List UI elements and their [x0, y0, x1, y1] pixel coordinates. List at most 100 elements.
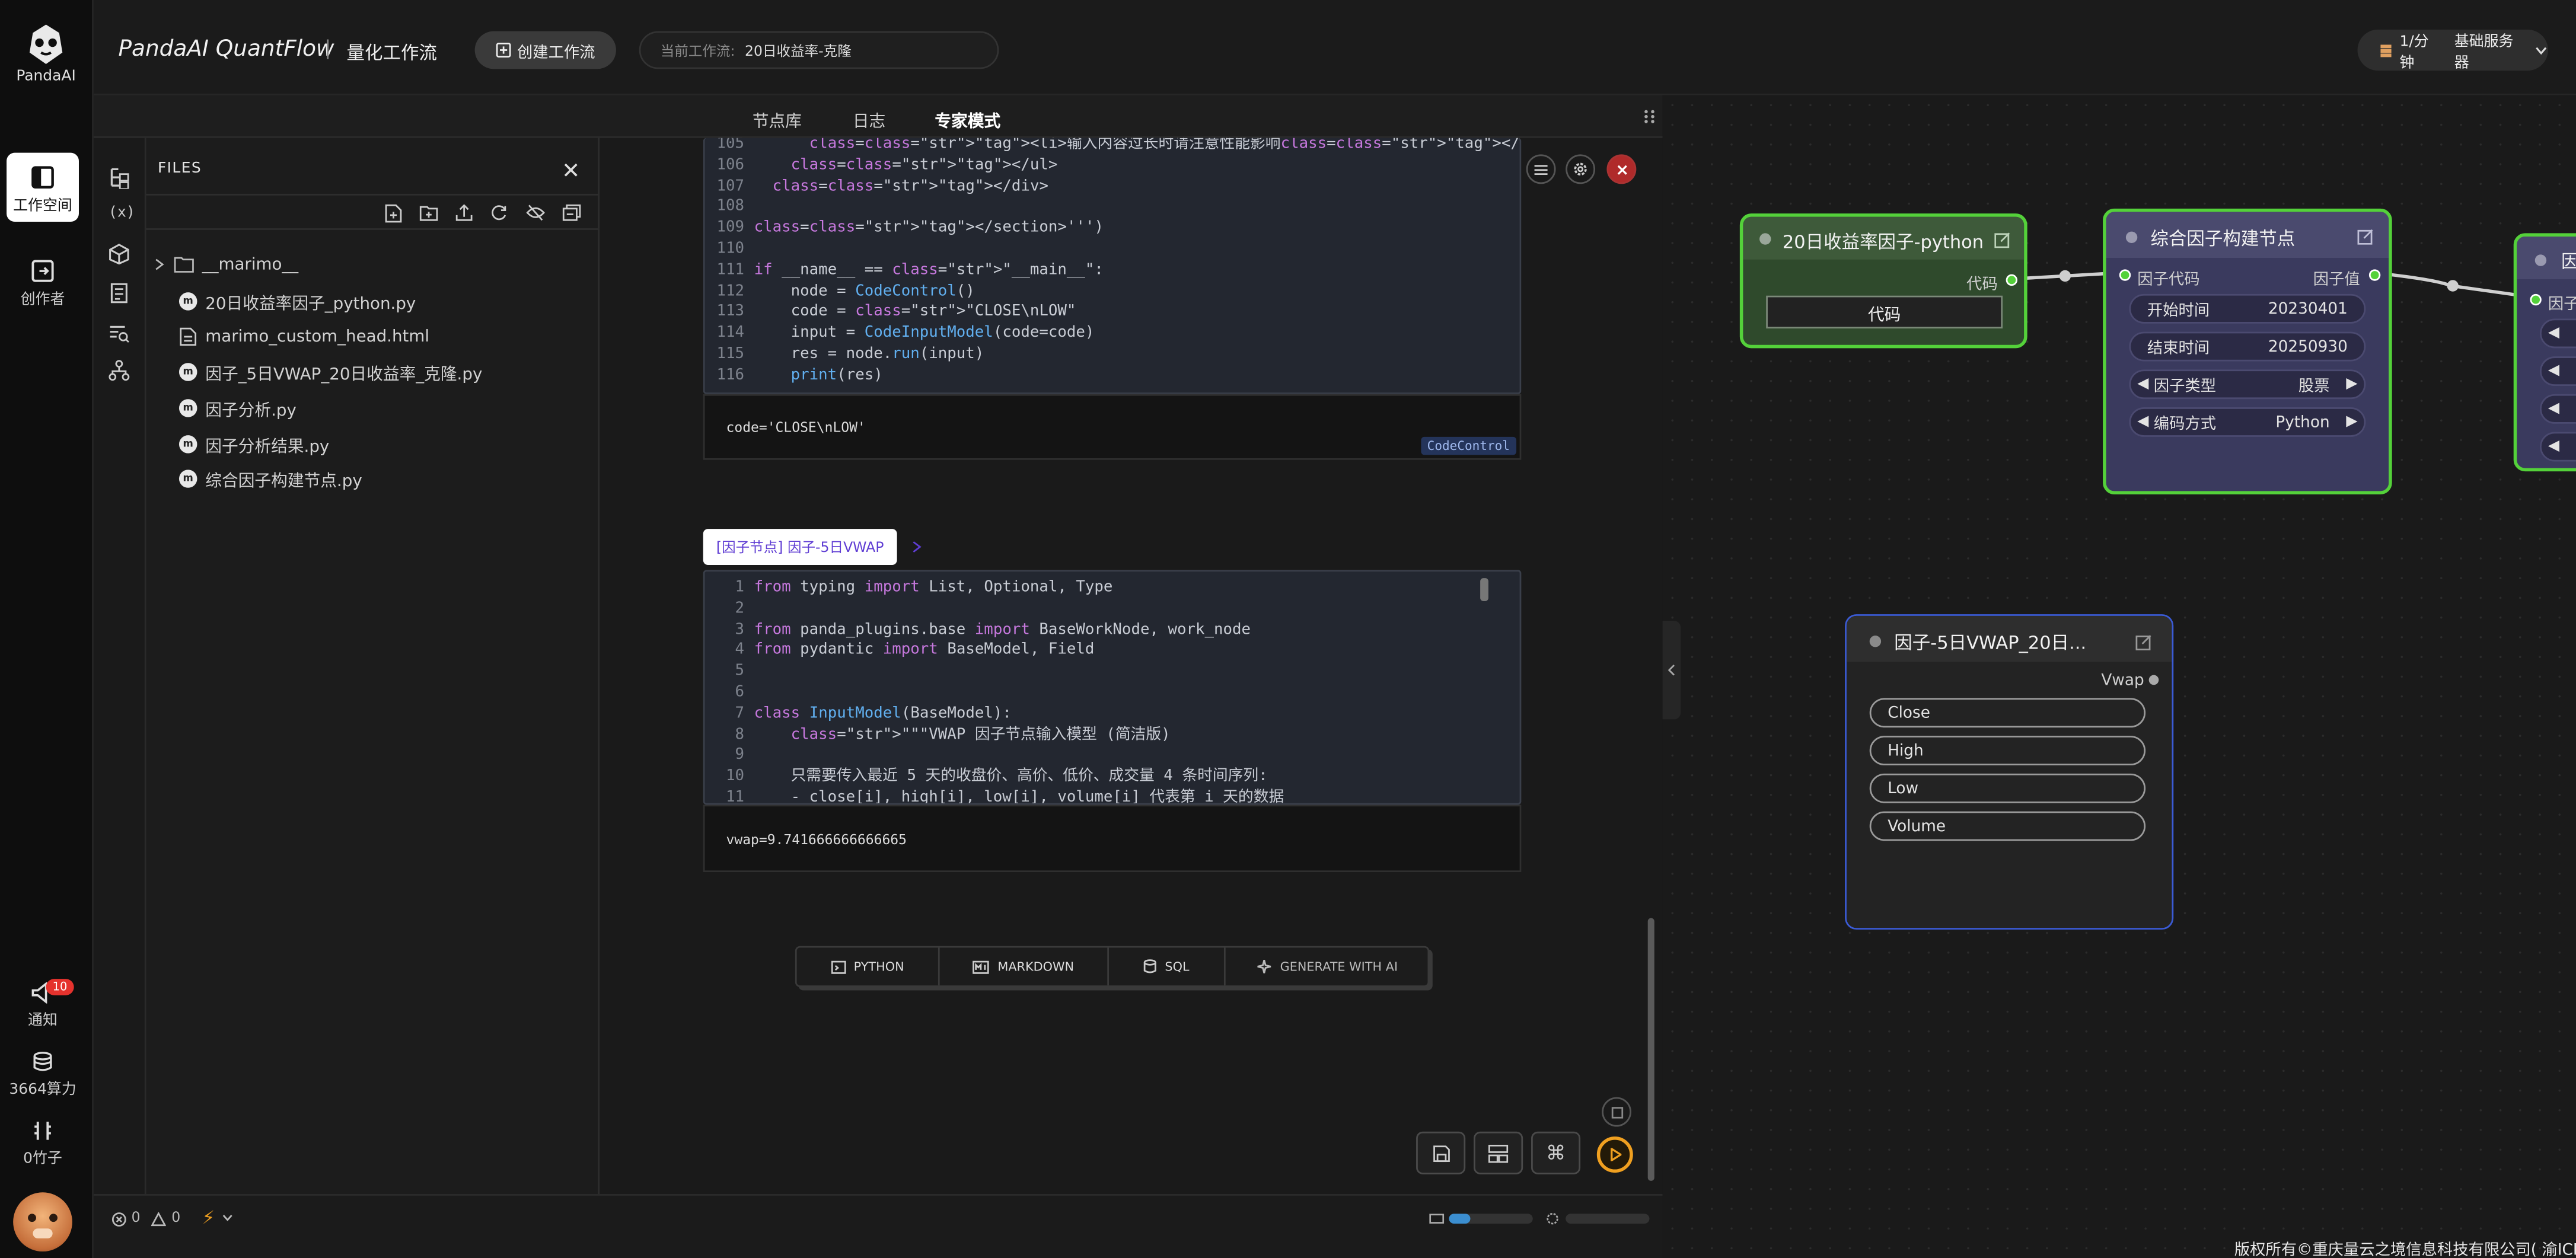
code-line[interactable]: 8 class="str">"""VWAP 因子节点输入模型 (简洁版) — [705, 725, 1510, 746]
arrow-left-icon[interactable]: ◀ — [2548, 363, 2559, 379]
workflow-node-partial[interactable]: 因 因子 ◀ ◀ ◀ ◀ — [2513, 233, 2576, 472]
code-line[interactable]: 116 print(res) — [705, 366, 1520, 387]
code-line[interactable]: 112 node = CodeControl() — [705, 282, 1520, 302]
start-date-field[interactable]: 开始时间 20230401 — [2129, 293, 2366, 324]
code-line[interactable]: 9 — [705, 746, 1510, 767]
editor-scrollbar[interactable] — [1646, 138, 1656, 1194]
encoding-select[interactable]: ◀ 编码方式 Python ▶ — [2129, 407, 2366, 437]
tab-expert-mode[interactable]: 专家模式 — [935, 107, 1000, 131]
document-outline-icon[interactable] — [109, 283, 130, 304]
hide-icon[interactable] — [526, 204, 546, 222]
code-line[interactable]: 110 — [705, 240, 1520, 260]
workflow-node-return-factor[interactable]: 20日收益率因子-python 代码 代码 — [1739, 213, 2027, 349]
code-line[interactable]: 2 — [705, 599, 1510, 620]
collapse-all-icon[interactable] — [562, 204, 581, 222]
code-line[interactable]: 5 — [705, 662, 1510, 683]
output-port[interactable] — [2148, 675, 2159, 685]
generate-with-ai-button[interactable]: GENERATE WITH AI — [1226, 948, 1430, 986]
code-line[interactable]: 113 code = class="str">"CLOSE\nLOW" — [705, 303, 1520, 324]
arrow-left-icon[interactable]: ◀ — [2548, 439, 2559, 455]
tab-logs[interactable]: 日志 — [853, 107, 885, 131]
edit-icon[interactable] — [2357, 228, 2374, 245]
arrow-left-icon[interactable]: ◀ — [2548, 401, 2559, 417]
code-line[interactable]: 108 — [705, 198, 1520, 219]
delete-cell-button[interactable] — [1606, 154, 1637, 184]
editor-scrollbar-thumb[interactable] — [1647, 918, 1654, 1181]
code-line[interactable]: 3 from panda_plugins.base import BaseWork… — [705, 620, 1510, 641]
file-item[interactable]: m 因子_5日VWAP_20日收益率_克隆.py — [178, 358, 482, 384]
low-input[interactable]: Low — [1869, 773, 2146, 803]
workflow-node-vwap[interactable]: 因子-5日VWAP_20日... Vwap Close High Low Vol… — [1845, 614, 2174, 930]
close-input[interactable]: Close — [1869, 698, 2146, 728]
rail-item-compute[interactable]: 3664算力 — [7, 1051, 79, 1099]
server-select[interactable]: 1/分钟 基础服务器 — [2357, 29, 2548, 72]
rail-item-workspace[interactable]: 工作空间 — [7, 152, 79, 222]
edit-icon[interactable] — [2135, 634, 2153, 651]
rail-item-creator[interactable]: 创作者 — [7, 260, 79, 309]
file-tree-icon[interactable] — [109, 166, 132, 189]
code-line[interactable]: 106 class=class="str">"tag"></ul> — [705, 156, 1520, 177]
search-list-icon[interactable] — [109, 322, 130, 343]
error-count[interactable]: 0 0 — [111, 1211, 180, 1227]
upload-icon[interactable] — [455, 204, 473, 222]
refresh-icon[interactable] — [490, 204, 508, 222]
workflow-canvas[interactable]: 20日收益率因子-python 代码 代码 综合因子构建节点 因子代码 因子值 … — [1662, 95, 2576, 1258]
file-item[interactable]: m 20日收益率因子_python.py — [178, 288, 416, 314]
cell-name-badge[interactable]: CodeControl — [1420, 436, 1517, 455]
add-markdown-cell-button[interactable]: MARKDOWN — [940, 947, 1110, 986]
chevron-right-icon[interactable] — [912, 540, 922, 553]
input-port[interactable] — [2530, 293, 2542, 306]
node-field[interactable]: ◀ — [2540, 318, 2576, 349]
cell-2-name-tag[interactable]: [因子节点] 因子-5日VWAP — [703, 529, 897, 566]
code-line[interactable]: 111 if __name__ == class="str">"__main__"… — [705, 261, 1520, 282]
new-folder-icon[interactable] — [419, 204, 438, 222]
runtime-menu[interactable]: ⚡ — [202, 1207, 233, 1228]
brand-logo[interactable]: PandaAI — [13, 23, 79, 85]
factor-type-select[interactable]: ◀ 因子类型 股票 ▶ — [2129, 369, 2366, 400]
cell-menu-button[interactable] — [1526, 154, 1556, 184]
dependency-graph-icon[interactable] — [109, 360, 130, 381]
rail-item-notification[interactable]: 10 通知 — [7, 979, 79, 1030]
command-palette-button[interactable]: ⌘ — [1531, 1131, 1581, 1174]
arrow-left-icon[interactable]: ◀ — [2137, 376, 2148, 392]
code-line[interactable]: 109 class=class="str">"tag"></section>'''… — [705, 219, 1520, 240]
output-port[interactable] — [2006, 274, 2018, 286]
stop-button[interactable] — [1602, 1097, 1632, 1127]
code-line[interactable]: 115 res = node.run(input) — [705, 345, 1520, 366]
variables-icon[interactable]: (x) — [109, 205, 135, 222]
code-line[interactable]: 4 from pydantic import BaseModel, Field — [705, 641, 1510, 662]
edit-icon[interactable] — [1994, 232, 2011, 248]
drag-handle-icon[interactable] — [1643, 108, 1656, 125]
arrow-left-icon[interactable]: ◀ — [2137, 414, 2148, 430]
folder-item[interactable]: __marimo__ — [154, 251, 298, 277]
file-item[interactable]: m 综合因子构建节点.py — [178, 465, 362, 491]
code-line[interactable]: 1 from typing import List, Optional, Type — [705, 578, 1510, 599]
arrow-left-icon[interactable]: ◀ — [2548, 325, 2559, 342]
node-field[interactable]: ◀ — [2540, 394, 2576, 424]
code-editor[interactable]: 105 class=class="str">"tag"><li>输入内容过长时请… — [705, 138, 1520, 387]
layout-button[interactable] — [1474, 1131, 1523, 1174]
arrow-right-icon[interactable]: ▶ — [2346, 376, 2357, 392]
code-line[interactable]: 10 只需要传入最近 5 天的收盘价、高价、低价、成交量 4 条时间序列: — [705, 767, 1510, 788]
code-cell-1[interactable]: 105 class=class="str">"tag"><li>输入内容过长时请… — [703, 138, 1522, 394]
code-line[interactable]: 105 class=class="str">"tag"><li>输入内容过长时请… — [705, 138, 1519, 156]
code-button[interactable]: 代码 — [1766, 295, 2003, 329]
current-workflow-field[interactable]: 当前工作流: 20日收益率-克隆 — [639, 31, 999, 69]
user-avatar[interactable] — [13, 1192, 72, 1252]
end-date-field[interactable]: 结束时间 20250930 — [2129, 331, 2366, 362]
node-field[interactable]: ◀ — [2540, 432, 2576, 462]
close-icon[interactable] — [563, 162, 578, 177]
package-icon[interactable] — [109, 243, 130, 265]
node-field[interactable]: ◀ — [2540, 356, 2576, 387]
code-line[interactable]: 11 - close[i], high[i], low[i], volume[i… — [705, 788, 1510, 803]
code-line[interactable]: 6 — [705, 683, 1510, 704]
tab-node-library[interactable]: 节点库 — [753, 107, 802, 131]
cell-settings-button[interactable] — [1566, 154, 1596, 184]
rail-item-bamboo[interactable]: 0竹子 — [7, 1120, 79, 1168]
input-port[interactable] — [2119, 269, 2131, 281]
arrow-right-icon[interactable]: ▶ — [2346, 414, 2357, 430]
new-file-icon[interactable] — [384, 204, 402, 223]
file-item[interactable]: m 因子分析结果.py — [178, 430, 329, 456]
volume-input[interactable]: Volume — [1869, 811, 2146, 841]
code-cell-2[interactable]: 1 from typing import List, Optional, Type… — [703, 570, 1522, 805]
